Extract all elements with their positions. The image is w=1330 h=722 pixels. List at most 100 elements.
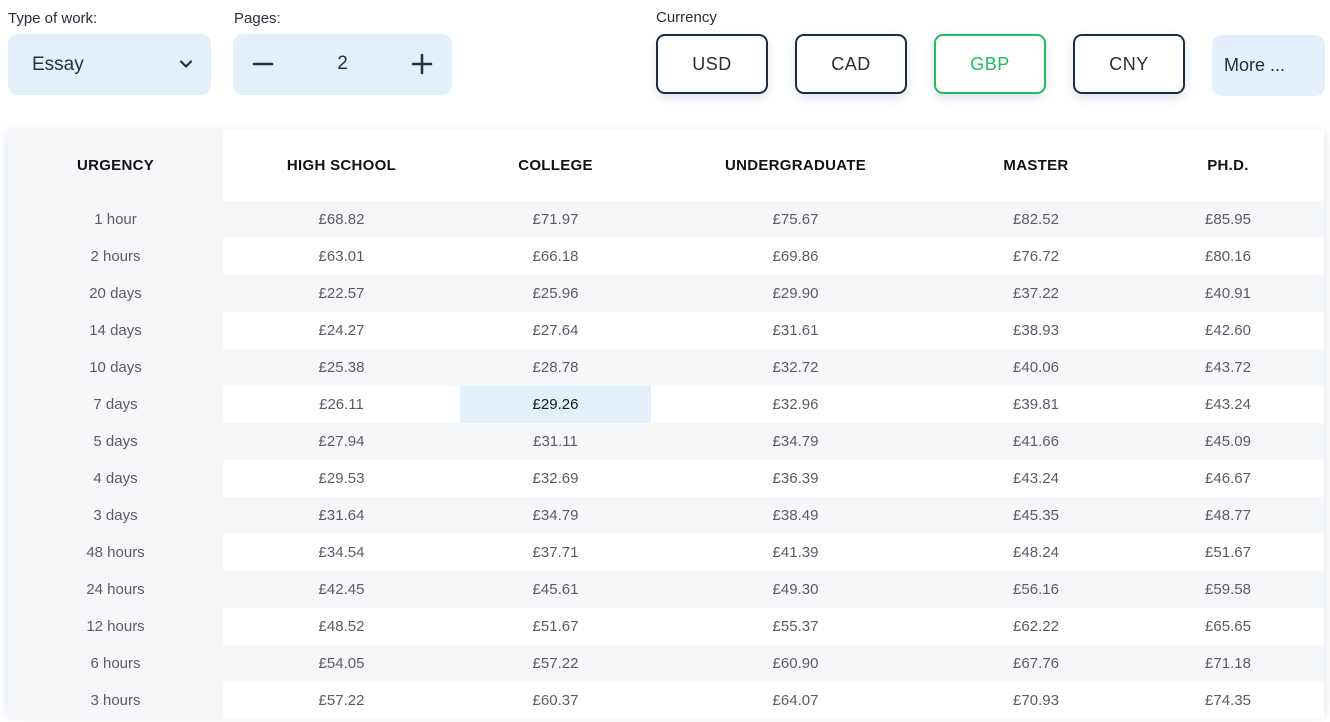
pages-count[interactable]: 2	[337, 53, 348, 75]
price-cell-master[interactable]: £48.24	[940, 534, 1132, 571]
urgency-cell: 14 days	[8, 312, 223, 349]
table-row: 24 hours £42.45 £45.61 £49.30 £56.16 £59.58	[8, 571, 1324, 608]
header-undergraduate: UNDERGRADUATE	[651, 130, 940, 201]
price-cell-high-school[interactable]: £22.57	[223, 275, 460, 312]
table-row: 14 days £24.27 £27.64 £31.61 £38.93 £42.60	[8, 312, 1324, 349]
price-cell-undergraduate[interactable]: £69.86	[651, 238, 940, 275]
currency-cad-button[interactable]: CAD	[795, 34, 907, 94]
price-cell-master[interactable]: £39.81	[940, 386, 1132, 423]
price-cell-phd[interactable]: £85.95	[1132, 201, 1324, 238]
price-cell-high-school[interactable]: £63.01	[223, 238, 460, 275]
header-high-school: HIGH SCHOOL	[223, 130, 460, 201]
price-cell-master[interactable]: £76.72	[940, 238, 1132, 275]
price-cell-master[interactable]: £37.22	[940, 275, 1132, 312]
price-cell-undergraduate[interactable]: £60.90	[651, 645, 940, 682]
price-cell-undergraduate[interactable]: £75.67	[651, 201, 940, 238]
urgency-cell: 7 days	[8, 386, 223, 423]
price-cell-high-school[interactable]: £31.64	[223, 497, 460, 534]
price-cell-high-school[interactable]: £34.54	[223, 534, 460, 571]
price-cell-high-school[interactable]: £48.52	[223, 608, 460, 645]
price-cell-phd[interactable]: £65.65	[1132, 608, 1324, 645]
price-cell-master[interactable]: £45.35	[940, 497, 1132, 534]
price-cell-high-school[interactable]: £26.11	[223, 386, 460, 423]
price-cell-phd[interactable]: £42.60	[1132, 312, 1324, 349]
price-cell-undergraduate[interactable]: £55.37	[651, 608, 940, 645]
price-cell-undergraduate[interactable]: £41.39	[651, 534, 940, 571]
table-header-row: URGENCY HIGH SCHOOL COLLEGE UNDERGRADUAT…	[8, 130, 1324, 201]
price-cell-high-school[interactable]: £42.45	[223, 571, 460, 608]
currency-cny-button[interactable]: CNY	[1073, 34, 1185, 94]
price-cell-phd[interactable]: £45.09	[1132, 423, 1324, 460]
price-cell-phd[interactable]: £48.77	[1132, 497, 1324, 534]
price-cell-phd[interactable]: £43.24	[1132, 386, 1324, 423]
price-cell-college[interactable]: £45.61	[460, 571, 651, 608]
price-cell-undergraduate[interactable]: £36.39	[651, 460, 940, 497]
price-cell-master[interactable]: £67.76	[940, 645, 1132, 682]
price-cell-undergraduate[interactable]: £32.96	[651, 386, 940, 423]
price-cell-undergraduate[interactable]: £49.30	[651, 571, 940, 608]
price-cell-master[interactable]: £62.22	[940, 608, 1132, 645]
price-cell-undergraduate[interactable]: £64.07	[651, 682, 940, 718]
price-cell-college[interactable]: £34.79	[460, 497, 651, 534]
table-row: 12 hours £48.52 £51.67 £55.37 £62.22 £65.65	[8, 608, 1324, 645]
header-college: COLLEGE	[460, 130, 651, 201]
price-cell-undergraduate[interactable]: £31.61	[651, 312, 940, 349]
price-cell-master[interactable]: £40.06	[940, 349, 1132, 386]
currency-usd-button[interactable]: USD	[656, 34, 768, 94]
price-cell-college[interactable]: £60.37	[460, 682, 651, 718]
price-cell-college[interactable]: £51.67	[460, 608, 651, 645]
price-cell-undergraduate[interactable]: £34.79	[651, 423, 940, 460]
price-cell-college[interactable]: £37.71	[460, 534, 651, 571]
price-cell-phd[interactable]: £51.67	[1132, 534, 1324, 571]
price-cell-high-school[interactable]: £54.05	[223, 645, 460, 682]
price-cell-phd[interactable]: £43.72	[1132, 349, 1324, 386]
price-cell-master[interactable]: £82.52	[940, 201, 1132, 238]
header-master: MASTER	[940, 130, 1132, 201]
price-cell-college[interactable]: £28.78	[460, 349, 651, 386]
price-cell-undergraduate[interactable]: £38.49	[651, 497, 940, 534]
more-currencies-button[interactable]: More ...	[1212, 35, 1325, 96]
price-cell-college[interactable]: £25.96	[460, 275, 651, 312]
pages-label: Pages:	[234, 10, 281, 27]
price-cell-college[interactable]: £71.97	[460, 201, 651, 238]
price-cell-college[interactable]: £66.18	[460, 238, 651, 275]
type-of-work-label: Type of work:	[8, 10, 98, 27]
price-cell-master[interactable]: £56.16	[940, 571, 1132, 608]
price-cell-high-school[interactable]: £25.38	[223, 349, 460, 386]
header-phd: PH.D.	[1132, 130, 1324, 201]
price-cell-college[interactable]: £32.69	[460, 460, 651, 497]
urgency-cell: 6 hours	[8, 645, 223, 682]
price-cell-college[interactable]: £31.11	[460, 423, 651, 460]
table-row: 10 days £25.38 £28.78 £32.72 £40.06 £43.72	[8, 349, 1324, 386]
price-cell-high-school[interactable]: £24.27	[223, 312, 460, 349]
price-cell-high-school[interactable]: £27.94	[223, 423, 460, 460]
price-cell-undergraduate[interactable]: £32.72	[651, 349, 940, 386]
price-cell-phd[interactable]: £40.91	[1132, 275, 1324, 312]
price-cell-master[interactable]: £43.24	[940, 460, 1132, 497]
price-cell-phd[interactable]: £71.18	[1132, 645, 1324, 682]
price-cell-undergraduate[interactable]: £29.90	[651, 275, 940, 312]
urgency-cell: 24 hours	[8, 571, 223, 608]
urgency-cell: 20 days	[8, 275, 223, 312]
price-cell-high-school[interactable]: £57.22	[223, 682, 460, 718]
price-cell-phd[interactable]: £80.16	[1132, 238, 1324, 275]
price-cell-college[interactable]: £57.22	[460, 645, 651, 682]
price-cell-master[interactable]: £38.93	[940, 312, 1132, 349]
table-row: 4 days £29.53 £32.69 £36.39 £43.24 £46.67	[8, 460, 1324, 497]
price-cell-high-school[interactable]: £68.82	[223, 201, 460, 238]
price-cell-college[interactable]: £27.64	[460, 312, 651, 349]
price-cell-phd[interactable]: £59.58	[1132, 571, 1324, 608]
minus-icon[interactable]	[251, 52, 275, 76]
type-of-work-select[interactable]: Essay	[8, 34, 211, 95]
price-cell-high-school[interactable]: £29.53	[223, 460, 460, 497]
price-cell-master[interactable]: £70.93	[940, 682, 1132, 718]
price-cell-phd[interactable]: £46.67	[1132, 460, 1324, 497]
table-row: 7 days £26.11 £29.26 £32.96 £39.81 £43.24	[8, 386, 1324, 423]
price-cell-phd[interactable]: £74.35	[1132, 682, 1324, 718]
price-cell-master[interactable]: £41.66	[940, 423, 1132, 460]
currency-gbp-button[interactable]: GBP	[934, 34, 1046, 94]
urgency-cell: 5 days	[8, 423, 223, 460]
table-row: 3 days £31.64 £34.79 £38.49 £45.35 £48.77	[8, 497, 1324, 534]
price-cell-college[interactable]: £29.26	[460, 386, 651, 423]
plus-icon[interactable]	[410, 52, 434, 76]
